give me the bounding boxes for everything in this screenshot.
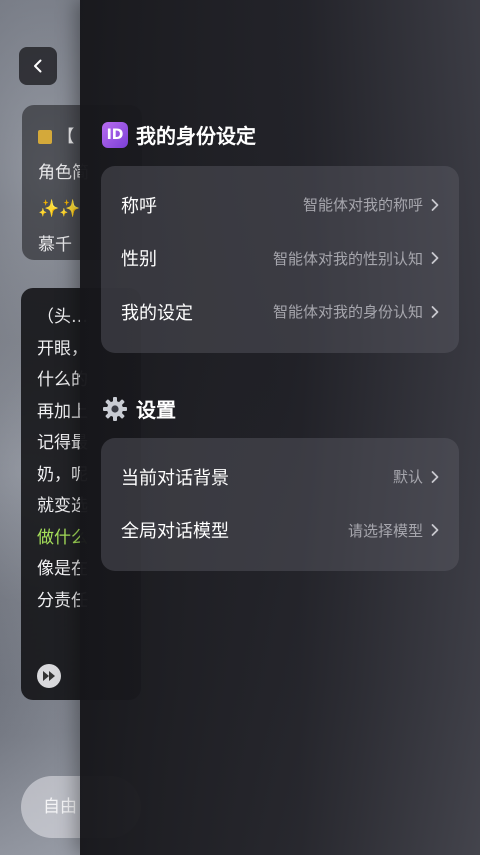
nickname-label: 称呼 [121,195,157,217]
chat-background-label: 当前对话背景 [121,467,229,489]
my-profile-value-group: 智能体对我的身份认知 [273,301,441,322]
info-card-row-1-text: 【 [57,127,75,147]
identity-section-title-text: 我的身份设定 [136,124,256,148]
general-settings-group: 当前对话背景 默认 全局对话模型 请选择模型 [101,438,459,571]
settings-drawer: ID 我的身份设定 称呼 智能体对我的称呼 性别 智能体对我的性别认知 我的设定… [80,0,480,855]
chat-model-label: 全局对话模型 [121,521,229,543]
gender-label: 性别 [121,249,157,271]
settings-section-title: 设置 [102,394,176,423]
chat-background-value-group: 默认 [393,466,441,487]
my-profile-value: 智能体对我的身份认知 [272,303,423,322]
chat-screen: 【 角色简 ✨✨ 慕千 （头… 开眼， 什么的 再加上 记得最 奶，呢 就变选 … [0,0,480,855]
back-button[interactable] [19,47,57,85]
chat-background-value: 默认 [392,468,423,487]
folder-icon [38,130,52,144]
chevron-right-icon [431,252,439,265]
gender-row[interactable]: 性别 智能体对我的性别认知 [101,232,459,286]
chat-model-value: 请选择模型 [347,521,423,540]
chevron-right-icon [431,305,439,318]
gender-value: 智能体对我的性别认知 [272,249,423,268]
chevron-right-icon [431,524,439,537]
my-profile-row[interactable]: 我的设定 智能体对我的身份认知 [101,285,459,339]
nickname-value-group: 智能体对我的称呼 [303,194,441,215]
identity-section-title: ID 我的身份设定 [102,120,256,149]
my-profile-label: 我的设定 [121,302,193,324]
chevron-right-icon [431,470,439,483]
play-audio-button[interactable] [37,664,61,688]
nickname-value: 智能体对我的称呼 [302,196,423,215]
chevron-left-icon [34,59,42,73]
gear-icon [103,396,127,421]
chat-model-row[interactable]: 全局对话模型 请选择模型 [101,504,459,558]
id-badge-icon: ID [102,121,128,148]
gear-icon-wrapper [102,396,128,422]
chat-background-row[interactable]: 当前对话背景 默认 [101,450,459,504]
gender-value-group: 智能体对我的性别认知 [273,248,441,269]
chat-model-value-group: 请选择模型 [348,520,441,541]
nickname-row[interactable]: 称呼 智能体对我的称呼 [101,178,459,232]
settings-section-title-text: 设置 [136,398,176,422]
chevron-right-icon [431,198,439,211]
play-icon [43,671,55,681]
id-badge-wrapper: ID [102,121,128,148]
identity-settings-group: 称呼 智能体对我的称呼 性别 智能体对我的性别认知 我的设定 智能体对我的身份认… [101,166,459,353]
